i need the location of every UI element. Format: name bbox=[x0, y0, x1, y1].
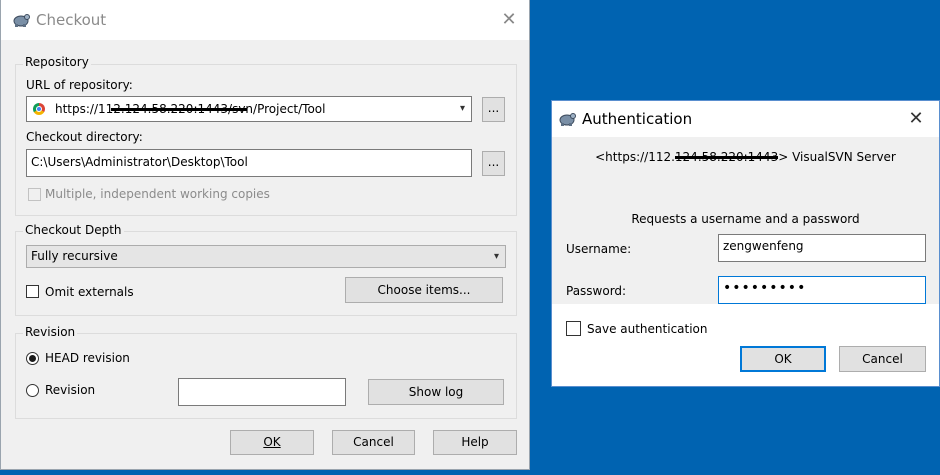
revision-group bbox=[15, 333, 517, 419]
checkout-title: Checkout bbox=[36, 11, 107, 29]
url-combobox[interactable]: https://112.124.58.220:1443/svn/Project/… bbox=[26, 96, 472, 122]
omit-externals-checkbox[interactable] bbox=[26, 285, 39, 298]
checkout-depth-value: Fully recursive bbox=[31, 249, 118, 263]
show-log-button[interactable]: Show log bbox=[368, 379, 504, 405]
tortoisesvn-icon bbox=[559, 113, 576, 126]
auth-cancel-button[interactable]: Cancel bbox=[839, 346, 926, 372]
revision-group-label: Revision bbox=[23, 325, 78, 339]
redaction-mark bbox=[675, 156, 778, 159]
chrome-icon bbox=[33, 103, 45, 115]
revision-input[interactable] bbox=[178, 378, 346, 406]
multiple-copies-checkbox[interactable] bbox=[28, 188, 41, 201]
choose-items-button[interactable]: Choose items... bbox=[345, 277, 503, 303]
repository-group-label: Repository bbox=[23, 55, 91, 69]
username-input[interactable]: zengwenfeng bbox=[718, 234, 926, 262]
close-icon[interactable]: ✕ bbox=[906, 109, 926, 129]
auth-title: Authentication bbox=[582, 110, 693, 128]
checkout-depth-group bbox=[15, 231, 517, 316]
save-authentication-checkbox[interactable] bbox=[566, 321, 581, 336]
head-revision-label: HEAD revision bbox=[45, 351, 130, 365]
head-revision-radio[interactable] bbox=[26, 352, 39, 365]
save-authentication-label: Save authentication bbox=[587, 322, 708, 336]
password-label: Password: bbox=[566, 284, 627, 298]
revision-label: Revision bbox=[45, 383, 96, 397]
username-label: Username: bbox=[566, 242, 632, 256]
checkout-ok-button[interactable]: OK bbox=[230, 430, 314, 455]
authentication-dialog: Authentication ✕ <https://112.124.58.220… bbox=[551, 100, 940, 387]
dir-label: Checkout directory: bbox=[26, 130, 143, 144]
checkout-depth-label: Checkout Depth bbox=[23, 223, 124, 237]
dropdown-arrow-icon: ▾ bbox=[493, 251, 499, 262]
url-label: URL of repository: bbox=[26, 78, 133, 92]
dropdown-arrow-icon: ▾ bbox=[459, 103, 465, 114]
omit-externals-label: Omit externals bbox=[45, 285, 134, 299]
checkout-titlebar[interactable]: Checkout ✕ bbox=[1, 0, 529, 40]
close-icon[interactable]: ✕ bbox=[499, 10, 519, 30]
browse-url-button[interactable]: ... bbox=[482, 97, 505, 122]
multiple-copies-label: Multiple, independent working copies bbox=[45, 187, 270, 201]
redaction-mark bbox=[111, 108, 247, 111]
request-label: Requests a username and a password bbox=[631, 212, 860, 226]
auth-titlebar[interactable]: Authentication ✕ bbox=[552, 101, 939, 137]
revision-radio[interactable] bbox=[26, 384, 39, 397]
browse-directory-button[interactable]: ... bbox=[482, 151, 505, 176]
checkout-help-button[interactable]: Help bbox=[433, 430, 517, 455]
password-input[interactable]: ••••••••• bbox=[718, 276, 926, 304]
checkout-depth-select[interactable]: Fully recursive ▾ bbox=[26, 245, 506, 268]
checkout-directory-input[interactable]: C:\Users\Administrator\Desktop\Tool bbox=[26, 149, 472, 177]
tortoisesvn-icon bbox=[13, 14, 30, 27]
auth-footer bbox=[552, 304, 939, 386]
checkout-cancel-button[interactable]: Cancel bbox=[332, 430, 415, 455]
auth-ok-button[interactable]: OK bbox=[740, 346, 826, 372]
checkout-dialog: Checkout ✕ Repository URL of repository:… bbox=[0, 0, 530, 470]
